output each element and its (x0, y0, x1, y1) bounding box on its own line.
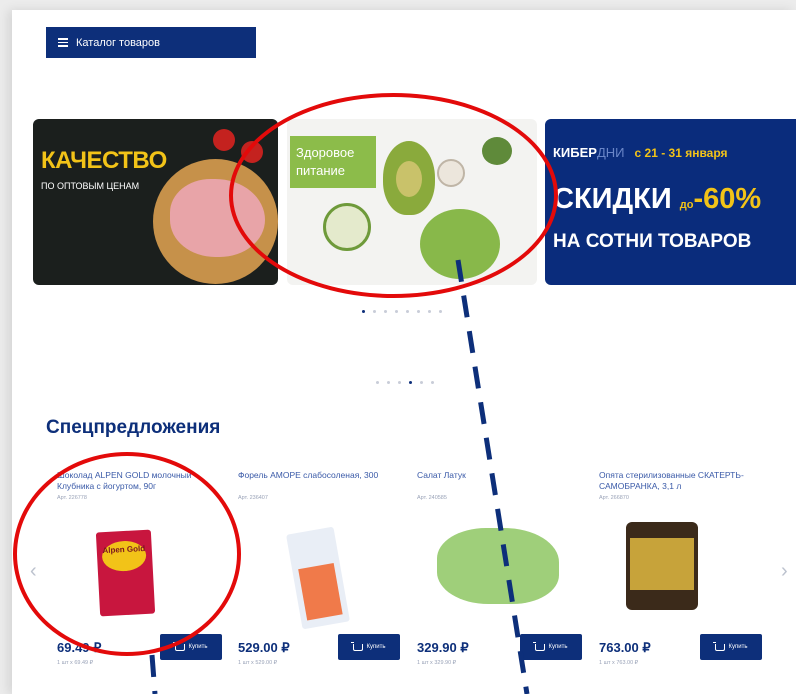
banner-discount: СКИДКИ до-60% (553, 183, 761, 216)
banner-headline-a: КИБЕР (553, 145, 597, 160)
banner-date: с 21 - 31 января (634, 146, 728, 160)
pagination-dot[interactable] (395, 310, 398, 313)
catalog-label: Каталог товаров (76, 36, 160, 49)
banner-tagline: НА СОТНИ ТОВАРОВ (553, 231, 752, 252)
banner-title: КАЧЕСТВО (41, 147, 167, 174)
banner-headline: КИБЕРДНИ с 21 - 31 января (553, 145, 728, 160)
buy-label: Купить (366, 644, 386, 650)
product-unit-price: 1 шт х 763.00 ₽ (599, 660, 639, 666)
pagination-dot[interactable] (431, 381, 434, 384)
product-unit-price: 1 шт х 69.49 ₽ (57, 660, 94, 666)
product-image-mushrooms-can[interactable] (626, 522, 698, 610)
product-article: Арт. 240585 (417, 495, 447, 501)
buy-label: Купить (188, 644, 208, 650)
banner-cyber-days[interactable]: КИБЕРДНИ с 21 - 31 января СКИДКИ до-60% Н… (545, 119, 796, 285)
pagination-dot[interactable] (439, 310, 442, 313)
product-article: Арт. 266870 (599, 495, 629, 501)
pagination-dot[interactable] (409, 381, 412, 384)
banner-headline-b: ДНИ (596, 145, 625, 160)
pagination-dot[interactable] (376, 381, 379, 384)
product-unit-price: 1 шт х 329.90 ₽ (417, 660, 457, 666)
buy-label: Купить (728, 644, 748, 650)
banner-discount-word: СКИДКИ (553, 183, 672, 215)
section-title: Спецпредложения (46, 417, 221, 438)
chevron-right-icon[interactable]: › (781, 560, 788, 583)
pagination-dot[interactable] (406, 310, 409, 313)
menu-icon (58, 36, 68, 49)
pagination-dot[interactable] (384, 310, 387, 313)
product-price: 329.90 ₽ (417, 640, 469, 655)
highlight-ellipse (13, 452, 241, 656)
pagination-dot[interactable] (417, 310, 420, 313)
banner-pagination[interactable] (362, 310, 442, 313)
product-price: 529.00 ₽ (238, 640, 290, 655)
buy-label: Купить (548, 644, 568, 650)
banner-subtitle: ПО ОПТОВЫМ ЦЕНАМ (41, 181, 140, 191)
pagination-dot[interactable] (428, 310, 431, 313)
cart-icon (532, 641, 545, 651)
buy-button[interactable]: Купить (520, 634, 582, 660)
pagination-dot[interactable] (420, 381, 423, 384)
pagination-dot[interactable] (398, 381, 401, 384)
product-unit-price: 1 шт х 529.00 ₽ (238, 660, 278, 666)
product-name[interactable]: Опята стерилизованные СКАТЕРТЬ-САМОБРАНК… (599, 470, 769, 493)
pagination-dot[interactable] (362, 310, 365, 313)
pagination-dot[interactable] (387, 381, 390, 384)
tomato-illustration (213, 129, 235, 151)
banner-discount-value: -60% (693, 183, 762, 215)
product-price: 763.00 ₽ (599, 640, 651, 655)
product-name[interactable]: Салат Латук (417, 470, 587, 493)
product-image-lettuce[interactable] (437, 528, 559, 604)
pagination-dot[interactable] (373, 310, 376, 313)
product-article: Арт. 236407 (238, 495, 268, 501)
buy-button[interactable]: Купить (338, 634, 400, 660)
catalog-button[interactable]: Каталог товаров (46, 27, 256, 58)
highlight-ellipse (229, 93, 558, 298)
cart-icon (712, 641, 725, 651)
buy-button[interactable]: Купить (700, 634, 762, 660)
promo-pagination[interactable] (376, 381, 434, 384)
cart-icon (350, 641, 363, 651)
product-name[interactable]: Форель АМОРЕ слабосоленая, 300 (238, 470, 408, 493)
banner-discount-prefix: до (679, 199, 694, 211)
